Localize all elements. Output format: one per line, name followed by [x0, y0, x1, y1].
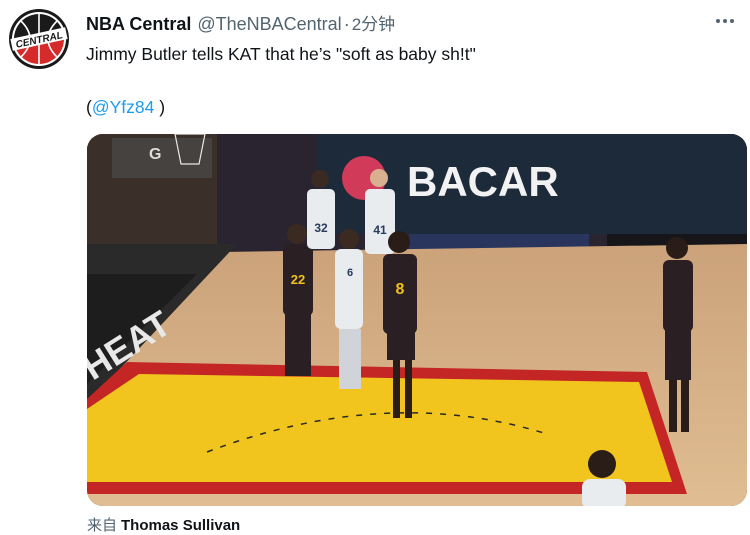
tweet-media-video[interactable]: BACAR G HEAT 22 32 41 6 8: [87, 134, 747, 506]
mention-line: (@Yfz84 ): [86, 97, 165, 118]
source-line: 来自 Thomas Sullivan: [87, 514, 240, 535]
display-name[interactable]: NBA Central: [86, 14, 191, 35]
jersey-number-32: 32: [314, 221, 328, 235]
jersey-number-22: 22: [291, 272, 305, 287]
nba-central-logo: CENTRAL: [7, 7, 71, 71]
basketball-scene: BACAR G HEAT 22 32 41 6 8: [87, 134, 747, 506]
mention-link[interactable]: @Yfz84: [92, 97, 155, 117]
tweet-header: NBA Central @TheNBACentral · 2分钟: [86, 10, 395, 34]
jersey-number-8: 8: [396, 281, 405, 298]
user-handle[interactable]: @TheNBACentral: [197, 14, 341, 35]
avatar[interactable]: CENTRAL: [7, 7, 71, 71]
source-prefix: 来自: [87, 517, 118, 534]
jersey-number-41: 41: [373, 223, 387, 237]
separator-dot: ·: [343, 14, 350, 34]
more-horizontal-icon[interactable]: [712, 12, 738, 30]
jersey-number-6: 6: [347, 267, 353, 279]
arena-banner-text: BACAR: [407, 158, 559, 205]
player-away-6: 6: [335, 229, 363, 389]
source-author-link[interactable]: Thomas Sullivan: [121, 517, 240, 534]
tweet-text: Jimmy Butler tells KAT that he’s "soft a…: [86, 44, 476, 64]
backboard-letter: G: [149, 146, 161, 163]
timestamp[interactable]: 2分钟: [352, 10, 395, 35]
mention-close-paren: ): [159, 97, 166, 117]
